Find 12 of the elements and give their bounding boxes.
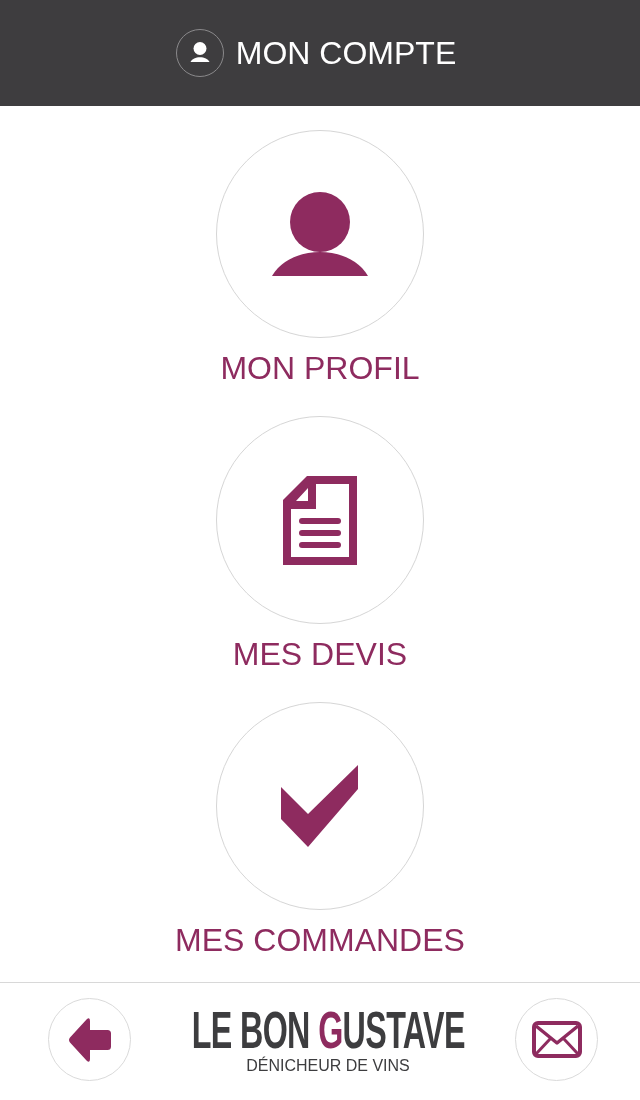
menu-label[interactable]: MES COMMANDES <box>175 920 465 960</box>
envelope-icon <box>531 1021 582 1058</box>
arrow-left-icon <box>68 1017 111 1062</box>
brand-tagline: DÉNICHEUR DE VINS <box>246 1055 410 1076</box>
user-icon <box>175 29 224 77</box>
page-title: MON COMPTE <box>235 34 457 72</box>
menu-label[interactable]: MON PROFIL <box>220 348 420 388</box>
brand-logo: LE BON GUSTAVE <box>191 1007 465 1052</box>
menu-label[interactable]: MES DEVIS <box>232 634 408 674</box>
checkmark-icon <box>281 765 359 847</box>
document-icon <box>283 475 357 565</box>
person-icon <box>272 192 368 276</box>
